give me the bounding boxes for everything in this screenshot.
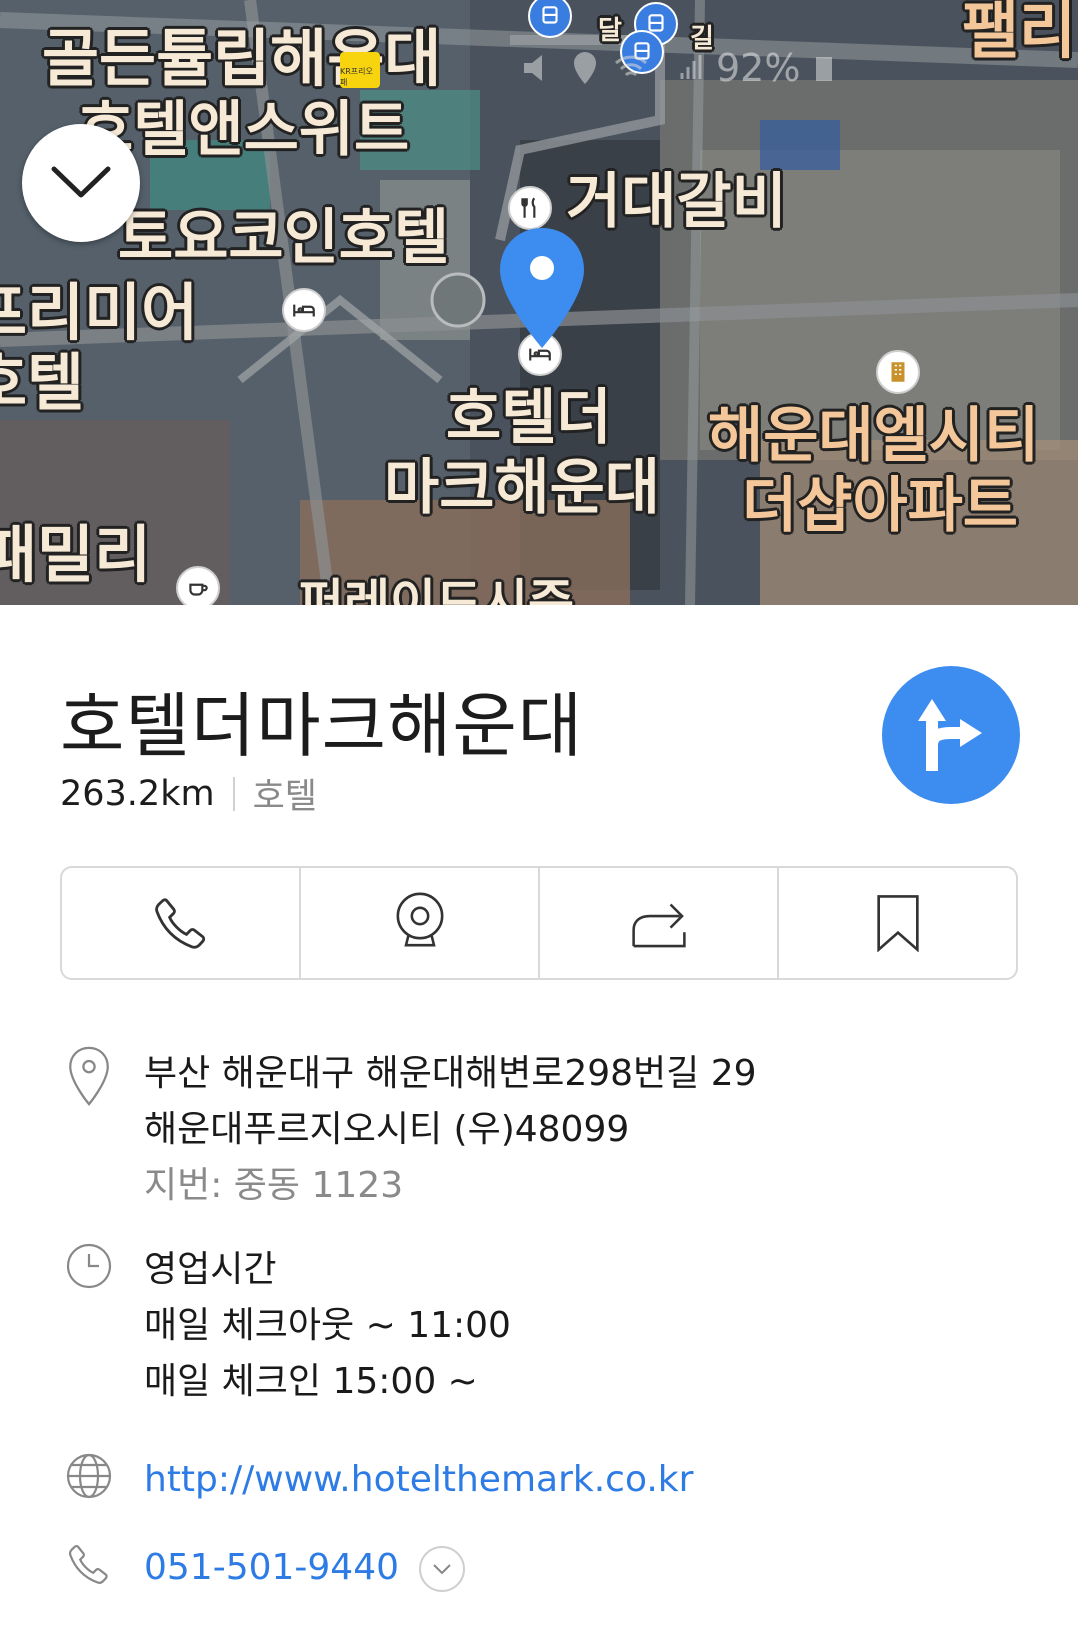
poi-cafe-icon[interactable] <box>176 566 220 605</box>
chip-text: KR프리오패 <box>340 67 373 87</box>
battery-percent: 92% <box>716 46 801 90</box>
map-label-parade: 퍼레이드시즌 <box>298 574 574 605</box>
place-distance: 263.2km <box>60 773 215 814</box>
phone-row: 051-501-9440 <box>64 1540 466 1596</box>
coffee-icon <box>189 583 208 596</box>
hours-row: 영업시간 매일 체크아웃 ~ 11:00 매일 체크인 15:00 ~ <box>64 1242 511 1410</box>
roadview-button[interactable] <box>301 868 540 978</box>
meta-divider <box>232 776 235 811</box>
map-label-elcity-2: 더샵아파트 <box>742 471 1018 541</box>
call-button[interactable] <box>62 868 301 978</box>
clock-icon <box>66 1243 112 1289</box>
address-line-2: 해운대푸르지오시티 (우)48099 <box>144 1109 630 1150</box>
lot-address: 지번: 중동 1123 <box>144 1165 404 1206</box>
mute-icon <box>524 55 542 81</box>
phone-icon <box>68 1544 108 1584</box>
map-label-road-dal: 달 <box>598 16 622 46</box>
map-label-family: 패밀리 <box>0 518 152 591</box>
chevron-down-icon <box>433 1564 451 1575</box>
poi-restaurant-icon[interactable] <box>508 186 552 230</box>
bed-icon <box>293 304 315 317</box>
place-title: 호텔더마크해운대 <box>60 685 584 767</box>
place-category: 호텔 <box>252 777 317 817</box>
status-bar: 92% <box>520 46 834 90</box>
website-link[interactable]: http://www.hotelthemark.co.kr <box>144 1452 693 1508</box>
website-row: http://www.hotelthemark.co.kr <box>64 1452 693 1508</box>
fork-knife-icon <box>521 197 536 218</box>
map-label-toyoko-inn: 토요코인호텔 <box>118 203 450 273</box>
building-icon <box>891 362 905 382</box>
expand-phone-button[interactable] <box>419 1546 466 1592</box>
place-meta: 263.2km 호텔 <box>60 768 317 819</box>
globe-icon <box>66 1453 112 1499</box>
phone-number-link[interactable]: 051-501-9440 <box>144 1547 399 1588</box>
map-label-elcity-1: 해운대엘시티 <box>708 401 1040 471</box>
signal-icon <box>680 55 702 79</box>
bus-icon <box>542 6 558 24</box>
map-label-palace: 팰리 <box>962 0 1077 67</box>
chevron-down-icon <box>51 166 111 198</box>
share-button[interactable] <box>540 868 779 978</box>
collapse-map-button[interactable] <box>22 124 140 242</box>
battery-icon <box>816 57 833 81</box>
poi-apartment-icon[interactable] <box>876 350 920 394</box>
map-label-premier-2: 호텔 <box>0 346 85 419</box>
map-label-hotel-the-mark-2: 마크해운대 <box>384 453 660 523</box>
hours-checkin: 매일 체크인 15:00 ~ <box>144 1361 478 1402</box>
satellite-map[interactable]: 골든튤립해운대 호텔앤스위트 토요코인호텔 프리미어 호텔 거대갈비 호텔더 마… <box>0 0 1078 605</box>
webcam-icon <box>396 892 443 947</box>
share-icon <box>631 903 686 948</box>
phone-icon <box>154 898 205 949</box>
wifi-icon <box>614 55 648 77</box>
hours-checkout: 매일 체크아웃 ~ 11:00 <box>144 1305 511 1346</box>
map-label-geodae-galbi: 거대갈비 <box>566 167 787 237</box>
address-line-1: 부산 해운대구 해운대해변로298번길 29 <box>144 1053 757 1094</box>
turn-right-arrow-icon <box>918 699 982 771</box>
map-label-golden-tulip-1: 골든튤립해운대 <box>42 22 442 95</box>
action-bar <box>60 866 1018 980</box>
location-pin-icon <box>500 228 584 348</box>
map-label-hotel-the-mark-1: 호텔더 <box>446 383 612 453</box>
kakao-t-chip: KR프리오패 <box>340 52 380 88</box>
directions-button[interactable] <box>882 666 1020 804</box>
location-icon <box>574 52 596 84</box>
address-row: 부산 해운대구 해운대해변로298번길 29 해운대푸르지오시티 (우)4809… <box>64 1046 757 1214</box>
map-label-premier-1: 프리미어 <box>0 276 199 349</box>
hours-title: 영업시간 <box>144 1249 277 1290</box>
bookmark-icon <box>876 895 919 952</box>
poi-hotel-icon[interactable] <box>282 288 326 332</box>
map-pin-icon <box>69 1046 109 1106</box>
save-button[interactable] <box>779 868 1016 978</box>
